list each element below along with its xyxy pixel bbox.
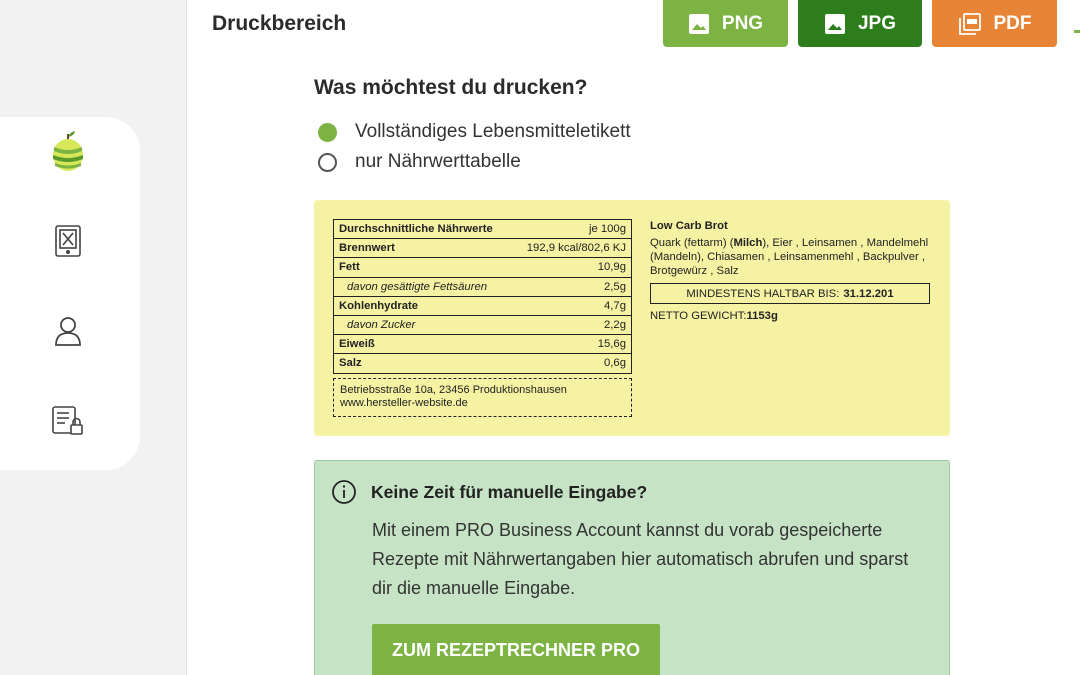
radio-selected-icon[interactable]	[318, 122, 337, 142]
print-area: Druckbereich PNG JPG PDF Was möchtest du…	[186, 0, 1080, 675]
recipe-calculator-pro-button[interactable]: ZUM REZEPTRECHNER PRO	[372, 624, 660, 675]
recipe-tablet-icon[interactable]	[50, 223, 86, 259]
net-weight-value: 1153g	[746, 310, 778, 322]
label-preview: Durchschnittliche Nährwerte je 100g Bren…	[314, 200, 950, 436]
best-before-date: 31.12.201	[843, 287, 894, 300]
nutrient-value: 2,5g	[512, 277, 632, 297]
radio-nutrition-only[interactable]: nur Nährwerttabelle	[318, 151, 521, 173]
pdf-file-icon	[958, 12, 981, 35]
export-jpg-button[interactable]: JPG	[798, 0, 922, 47]
pdf-label: PDF	[993, 12, 1032, 34]
best-before-label: MINDESTENS HALTBAR BIS:	[686, 287, 840, 300]
table-row: Fett 10,9g	[333, 257, 632, 278]
table-row: Kohlenhydrate 4,7g	[333, 296, 632, 316]
info-title: Keine Zeit für manuelle Eingabe?	[371, 481, 648, 502]
table-row: davon gesättigte Fettsäuren 2,5g	[333, 277, 632, 297]
best-before-box: MINDESTENS HALTBAR BIS: 31.12.201	[650, 283, 930, 304]
checklist-lock-icon[interactable]	[50, 403, 86, 439]
pro-info-box: Keine Zeit für manuelle Eingabe? Mit ein…	[314, 460, 950, 675]
export-pdf-button[interactable]: PDF	[932, 0, 1057, 47]
nutrient-name: davon gesättigte Fettsäuren	[333, 277, 513, 297]
nutrition-header-unit: je 100g	[512, 219, 632, 240]
sidebar-card	[0, 117, 140, 470]
manufacturer-address: Betriebsstraße 10a, 23456 Produktionshau…	[333, 378, 632, 417]
net-weight-label: NETTO GEWICHT:	[650, 310, 747, 322]
nutrient-value: 4,7g	[512, 296, 632, 316]
address-line: Betriebsstraße 10a, 23456 Produktionshau…	[340, 384, 567, 396]
table-row: Salz 0,6g	[334, 354, 632, 373]
nutrient-name: Eiweiß	[333, 334, 513, 355]
table-row: Brennwert 192,9 kcal/802,6 KJ	[333, 238, 632, 259]
nutrient-name: Salz	[339, 357, 362, 370]
nutrient-value: 15,6g	[512, 334, 632, 355]
ingredients-part: Quark (fettarm) (	[650, 237, 734, 249]
sidebar	[0, 0, 186, 675]
nutrient-value: 2,2g	[512, 315, 632, 336]
recipe-title: Low Carb Brot	[650, 220, 728, 232]
table-row: Eiweiß 15,6g	[333, 334, 632, 355]
radio-nutrition-only-text: nur Nährwerttabelle	[355, 151, 521, 172]
print-question: Was möchtest du drucken?	[314, 76, 588, 99]
jpg-label: JPG	[857, 12, 897, 34]
website-line: www.hersteller-website.de	[340, 397, 468, 409]
nutrient-value: 0,6g	[604, 357, 626, 370]
nutrient-name: Fett	[333, 257, 513, 278]
radio-full-label-text: Vollständiges Lebensmitteletikett	[355, 121, 631, 142]
user-icon[interactable]	[50, 313, 86, 349]
nutrient-name: Kohlenhydrate	[333, 296, 513, 316]
png-label: PNG	[721, 12, 764, 34]
nutrient-name: Brennwert	[333, 238, 513, 259]
image-icon	[824, 13, 845, 34]
radio-full-label[interactable]: Vollständiges Lebensmitteletikett	[318, 121, 631, 143]
table-row: davon Zucker 2,2g	[333, 315, 632, 336]
nutrition-table: Durchschnittliche Nährwerte je 100g Bren…	[333, 219, 632, 374]
accent-line	[1074, 30, 1080, 33]
net-weight: NETTO GEWICHT:1153g	[650, 309, 930, 323]
nutrient-value: 192,9 kcal/802,6 KJ	[512, 238, 632, 259]
table-row: Durchschnittliche Nährwerte je 100g	[333, 219, 632, 240]
page-title: Druckbereich	[212, 12, 347, 35]
nutrition-header-label: Durchschnittliche Nährwerte	[333, 219, 513, 240]
radio-unselected-icon[interactable]	[318, 152, 337, 172]
info-heading: Keine Zeit für manuelle Eingabe?	[331, 479, 647, 505]
info-text: Mit einem PRO Business Account kannst du…	[372, 520, 909, 598]
apple-logo-icon[interactable]	[50, 131, 86, 171]
nutrient-name: davon Zucker	[333, 315, 513, 336]
export-png-button[interactable]: PNG	[663, 0, 788, 47]
nutrient-value: 10,9g	[512, 257, 632, 278]
allergen: Milch	[733, 237, 763, 249]
ingredients-list: Quark (fettarm) (Milch), Eier , Leinsame…	[650, 236, 930, 278]
recipe-info: Low Carb Brot Quark (fettarm) (Milch), E…	[650, 219, 930, 323]
image-icon	[688, 13, 709, 34]
info-icon	[332, 480, 356, 504]
